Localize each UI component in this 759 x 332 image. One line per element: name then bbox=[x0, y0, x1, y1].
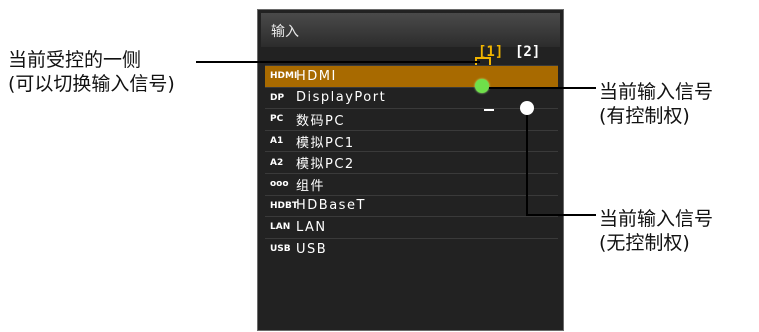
callout-controlled-side-note: (可以切换输入信号) bbox=[8, 73, 175, 95]
lan-icon: LAN bbox=[270, 222, 291, 233]
input-item-label: LAN bbox=[296, 219, 327, 235]
leader-line-right2-vertical bbox=[526, 115, 528, 215]
analog-pc1-icon: A1 bbox=[270, 136, 284, 147]
input-item-label: 模拟PC2 bbox=[296, 157, 355, 173]
input-item-component[interactable]: ooo 组件 bbox=[265, 172, 558, 195]
input-item-label: 组件 bbox=[296, 178, 326, 194]
input-item-label: 模拟PC1 bbox=[296, 135, 355, 151]
no-signal-dash bbox=[484, 109, 494, 111]
input-item-displayport[interactable]: DP DisplayPort bbox=[265, 86, 558, 109]
input-item-label: USB bbox=[296, 241, 328, 257]
digital-pc-icon: PC bbox=[270, 114, 284, 125]
input-item-label: 数码PC bbox=[296, 113, 345, 129]
leader-line-left bbox=[196, 61, 480, 63]
input-item-hdmi[interactable]: HDMI HDMI bbox=[265, 65, 558, 87]
column-2-label[interactable]: [2] bbox=[515, 44, 540, 60]
input-item-analog-pc2[interactable]: A2 模拟PC2 bbox=[265, 151, 558, 173]
usb-icon: USB bbox=[270, 244, 291, 255]
callout-active-input-note: (有控制权) bbox=[599, 105, 690, 127]
callout-passive-input-title: 当前输入信号 bbox=[599, 208, 714, 230]
component-icon: ooo bbox=[270, 179, 289, 190]
callout-passive-input: 当前输入信号 (无控制权) bbox=[599, 207, 713, 255]
input-item-label: HDMI bbox=[296, 68, 337, 84]
input-item-usb[interactable]: USB USB bbox=[265, 237, 558, 260]
callout-controlled-side-title: 当前受控的一侧 bbox=[8, 49, 142, 71]
leader-line-right2 bbox=[526, 214, 596, 216]
input-item-analog-pc1[interactable]: A1 模拟PC1 bbox=[265, 129, 558, 152]
panel-title: 输入 bbox=[271, 24, 299, 40]
displayport-icon: DP bbox=[270, 92, 285, 103]
input-item-label: HDBaseT bbox=[296, 198, 366, 214]
input-item-label: DisplayPort bbox=[296, 90, 387, 106]
leader-line-right1 bbox=[489, 87, 596, 89]
callout-passive-input-note: (无控制权) bbox=[599, 232, 690, 254]
callout-active-input: 当前输入信号 (有控制权) bbox=[599, 80, 713, 128]
input-item-hdbaset[interactable]: HDBT HDBaseT bbox=[265, 194, 558, 217]
panel-header: 输入 bbox=[261, 13, 560, 47]
input-item-lan[interactable]: LAN LAN bbox=[265, 216, 558, 238]
controlled-input-indicator bbox=[475, 79, 489, 93]
hdbaset-icon: HDBT bbox=[270, 200, 299, 211]
input-item-digital-pc[interactable]: PC 数码PC bbox=[265, 108, 558, 130]
analog-pc2-icon: A2 bbox=[270, 157, 284, 168]
callout-active-input-title: 当前输入信号 bbox=[599, 81, 714, 103]
hdmi-icon: HDMI bbox=[270, 71, 298, 82]
callout-controlled-side: 当前受控的一侧 (可以切换输入信号) bbox=[8, 48, 175, 96]
input-list: HDMI HDMI DP DisplayPort PC 数码PC A1 模拟PC… bbox=[265, 65, 558, 259]
uncontrolled-input-indicator bbox=[520, 101, 534, 115]
